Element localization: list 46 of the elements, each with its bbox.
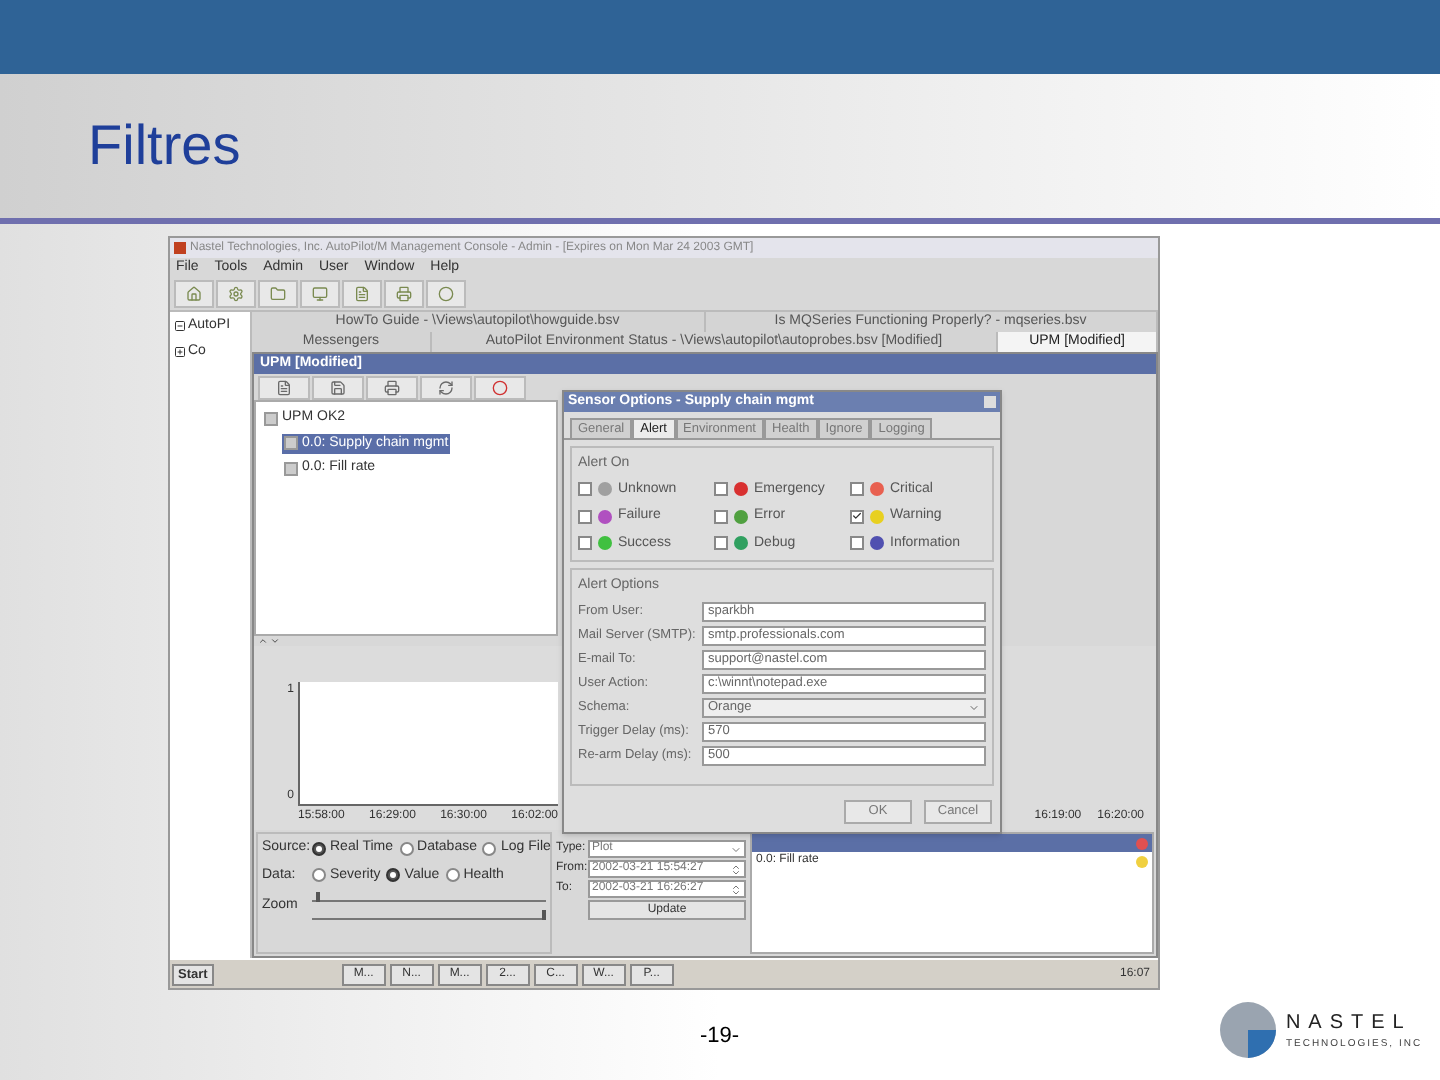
checkbox[interactable] (850, 509, 864, 524)
collapse-icon[interactable] (174, 320, 186, 333)
printer-icon (396, 286, 412, 302)
toolbar-button[interactable] (366, 375, 418, 399)
toolbar-button[interactable] (342, 280, 382, 308)
radio-button[interactable] (312, 841, 326, 856)
radio-button[interactable] (386, 868, 401, 883)
toolbar-button[interactable] (384, 280, 424, 308)
radio-button[interactable] (482, 841, 497, 856)
checkbox[interactable] (714, 536, 728, 551)
checkbox[interactable] (714, 509, 728, 524)
toolbar-button[interactable] (420, 375, 472, 399)
home-icon (186, 286, 202, 302)
radio-button[interactable] (445, 868, 460, 883)
printer-icon (384, 379, 400, 395)
toolbar-button[interactable] (300, 280, 340, 308)
zoom-slider[interactable] (312, 910, 546, 920)
checkbox[interactable] (578, 482, 592, 497)
checkbox[interactable] (714, 482, 728, 497)
checkbox[interactable] (578, 509, 592, 524)
app-icon (174, 242, 186, 254)
expand-icon[interactable] (174, 345, 186, 358)
radio-button[interactable] (312, 868, 326, 883)
page-number: -19- (700, 1022, 740, 1052)
slide-title: Filtres (88, 112, 241, 180)
checkbox[interactable] (850, 482, 864, 497)
monitor-icon (312, 286, 328, 302)
document-icon (354, 286, 370, 302)
refresh-icon (438, 379, 454, 395)
toolbar-button[interactable] (258, 280, 298, 308)
checkbox[interactable] (578, 536, 592, 551)
toolbar-button[interactable] (174, 280, 214, 308)
folder-icon (270, 286, 286, 302)
circle-icon (438, 286, 454, 302)
document-icon (276, 379, 292, 395)
zoom-slider[interactable] (312, 892, 546, 902)
settings-icon (228, 286, 244, 302)
toolbar-button[interactable] (216, 280, 256, 308)
radio-button[interactable] (399, 841, 414, 856)
save-icon (330, 379, 346, 395)
circle-icon (492, 379, 508, 395)
toolbar-button[interactable] (312, 375, 364, 399)
checkbox[interactable] (850, 536, 864, 551)
toolbar-button[interactable] (474, 375, 526, 399)
toolbar-button[interactable] (426, 280, 466, 308)
toolbar-button[interactable] (258, 375, 310, 399)
